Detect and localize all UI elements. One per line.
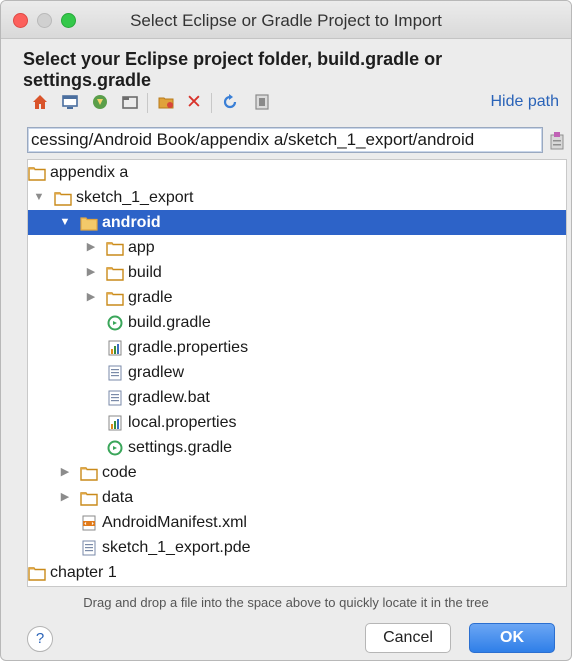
tree-row-label: build.gradle — [128, 314, 211, 331]
tree-row-label: settings.gradle — [128, 439, 233, 456]
desktop-icon[interactable] — [59, 91, 81, 113]
tree-row[interactable]: ▼appendix a — [28, 160, 566, 185]
path-input[interactable]: cessing/Android Book/appendix a/sketch_1… — [27, 127, 543, 153]
folder-icon — [28, 164, 46, 181]
tree-row[interactable]: gradle.properties — [28, 335, 566, 360]
module-icon[interactable] — [119, 91, 141, 113]
properties-file-icon — [106, 339, 124, 356]
tree-row[interactable]: AndroidManifest.xml — [28, 510, 566, 535]
tree-row-label: sketch_1_export — [76, 189, 194, 206]
drag-drop-hint: Drag and drop a file into the space abov… — [83, 595, 489, 610]
toolbar: ✕ Hide path — [29, 89, 559, 117]
folder-icon — [106, 239, 124, 256]
tree-row-label: AndroidManifest.xml — [102, 514, 247, 531]
show-hidden-icon[interactable] — [251, 91, 273, 113]
tree-row-label: gradle.properties — [128, 339, 249, 356]
tree-row[interactable]: ▶chapter 1 — [28, 560, 566, 585]
tree-row[interactable]: gradlew — [28, 360, 566, 385]
expand-arrow-icon[interactable]: ▶ — [84, 285, 98, 310]
folder-icon — [54, 189, 72, 206]
hide-path-link[interactable]: Hide path — [491, 93, 560, 111]
tree-row-label: gradlew.bat — [128, 389, 210, 406]
tree-row-label: android — [102, 214, 161, 231]
folder-icon — [80, 214, 98, 231]
text-file-icon — [106, 389, 124, 406]
folder-icon — [80, 489, 98, 506]
delete-icon[interactable]: ✕ — [183, 91, 205, 113]
expand-arrow-icon[interactable]: ▶ — [58, 485, 72, 510]
tree-row[interactable]: ▶ data — [28, 485, 566, 510]
xml-file-icon — [80, 514, 98, 531]
gradle-file-icon — [106, 314, 124, 331]
tree-row[interactable]: sketch_1_export.pde — [28, 535, 566, 560]
file-tree[interactable]: ▼appendix a▼sketch_1_export▼android▶app▶… — [27, 159, 567, 587]
tree-row[interactable]: ▶ gradle — [28, 285, 566, 310]
tree-row[interactable]: build.gradle — [28, 310, 566, 335]
title-bar: Select Eclipse or Gradle Project to Impo… — [1, 1, 571, 39]
folder-icon — [80, 464, 98, 481]
tree-row-label: gradle — [128, 289, 173, 306]
ok-button[interactable]: OK — [469, 623, 555, 653]
text-file-icon — [80, 539, 98, 556]
tree-row[interactable]: gradlew.bat — [28, 385, 566, 410]
tree-row[interactable]: ▶ build — [28, 260, 566, 285]
folder-icon — [106, 264, 124, 281]
tree-row-label: code — [102, 464, 137, 481]
browse-history-icon[interactable] — [549, 128, 565, 152]
import-dialog: Select Eclipse or Gradle Project to Impo… — [0, 0, 572, 661]
tree-row[interactable]: ▶ code — [28, 460, 566, 485]
tree-row-label: app — [128, 239, 155, 256]
tree-row-label: sketch_1_export.pde — [102, 539, 251, 556]
expand-arrow-icon[interactable]: ▶ — [58, 460, 72, 485]
window-title: Select Eclipse or Gradle Project to Impo… — [130, 11, 442, 30]
text-file-icon — [106, 364, 124, 381]
cancel-button[interactable]: Cancel — [365, 623, 451, 653]
tree-row[interactable]: ▼ sketch_1_export — [28, 185, 566, 210]
tree-row-label: gradlew — [128, 364, 185, 381]
folder-icon — [28, 564, 46, 581]
tree-row-label: chapter 1 — [50, 564, 117, 581]
expand-arrow-icon[interactable]: ▶ — [84, 260, 98, 285]
tree-row-label: data — [102, 489, 134, 506]
dialog-heading: Select your Eclipse project folder, buil… — [23, 49, 443, 90]
home-icon[interactable] — [29, 91, 51, 113]
tree-row[interactable]: ▼ android — [28, 210, 566, 235]
refresh-icon[interactable] — [219, 91, 241, 113]
folder-icon — [106, 289, 124, 306]
properties-file-icon — [106, 414, 124, 431]
collapse-arrow-icon[interactable]: ▼ — [32, 185, 46, 210]
gradle-file-icon — [106, 439, 124, 456]
help-button[interactable]: ? — [27, 626, 53, 652]
expand-arrow-icon[interactable]: ▶ — [84, 235, 98, 260]
collapse-arrow-icon[interactable]: ▼ — [58, 210, 72, 235]
tree-row-label: appendix a — [50, 164, 129, 181]
tree-row-label: local.properties — [128, 414, 237, 431]
tree-row[interactable]: local.properties — [28, 410, 566, 435]
new-folder-icon[interactable] — [155, 91, 177, 113]
tree-row-label: build — [128, 264, 162, 281]
project-icon[interactable] — [89, 91, 111, 113]
tree-row[interactable]: ▶ app — [28, 235, 566, 260]
tree-row[interactable]: settings.gradle — [28, 435, 566, 460]
